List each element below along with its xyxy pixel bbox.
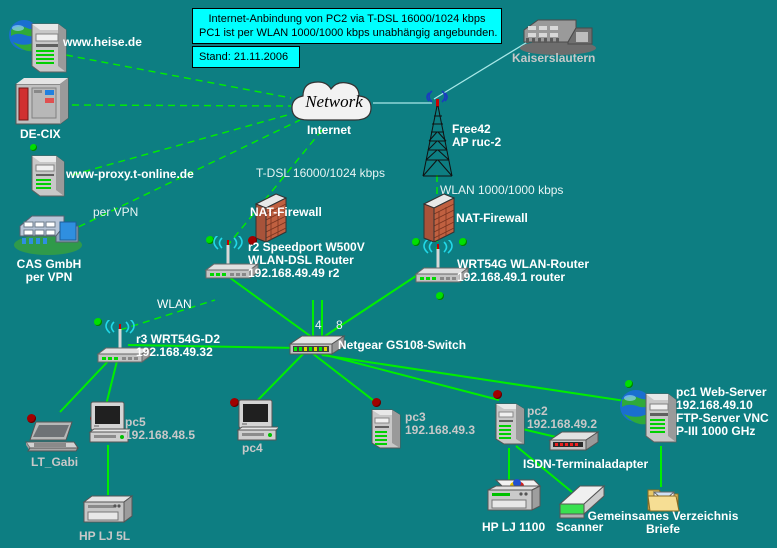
- node-heise[interactable]: [6, 18, 74, 81]
- network-diagram-canvas: Internet-Anbindung von PC2 via T-DSL 160…: [0, 0, 777, 548]
- node-pc2[interactable]: [492, 398, 528, 451]
- node-switch-label: Netgear GS108-Switch: [338, 338, 467, 352]
- node-heise-label: www.heise.de: [63, 35, 142, 49]
- node-isdn[interactable]: [548, 430, 600, 459]
- node-r2-label: r2 Speedport W500V WLAN-DSL Router 192.1…: [248, 240, 365, 280]
- node-hplj5l-label: HP LJ 5L: [79, 529, 131, 543]
- firewall-icon: [422, 193, 456, 243]
- node-firewall2-label: NAT-Firewall: [456, 211, 528, 225]
- modem-icon: [548, 431, 600, 451]
- node-wrt54g-label: WRT54G WLAN-Router 192.168.49.1 router: [457, 257, 589, 284]
- node-lt-gabi[interactable]: [24, 418, 80, 459]
- node-internet-label: Internet: [307, 123, 352, 137]
- server-globe-icon: [620, 390, 677, 443]
- node-hplj1100-label: HP LJ 1100: [482, 520, 546, 534]
- inkjet-icon: [487, 479, 542, 511]
- node-pc5-label: pc5 192.168.48.5: [125, 415, 196, 442]
- node-pc1[interactable]: [618, 384, 680, 451]
- node-lt-gabi-label: LT_Gabi: [31, 455, 79, 469]
- link-label-port8: 8: [336, 318, 343, 332]
- tower-pc-icon: [371, 409, 401, 449]
- desktop-icon: [88, 401, 134, 443]
- link-label-tdsl: T-DSL 16000/1024 kbps: [256, 166, 385, 180]
- node-hplj5l[interactable]: [80, 494, 136, 533]
- link-decix-internet: [71, 104, 292, 107]
- node-pc5[interactable]: [88, 398, 134, 453]
- node-proxy[interactable]: [28, 150, 68, 203]
- node-firewall1-label: NAT-Firewall: [250, 205, 322, 219]
- node-cas[interactable]: [12, 212, 84, 261]
- node-hplj1100[interactable]: [484, 478, 544, 525]
- node-pc4-label: pc4: [242, 441, 263, 455]
- node-kaiserslautern-label: Kaiserslautern: [512, 51, 596, 65]
- building-icon: [14, 215, 82, 255]
- status-led-wrt54g-bottom: [436, 292, 444, 300]
- node-cas-label: CAS GmbH per VPN: [16, 257, 82, 284]
- node-free42-label: Free42 AP ruc-2: [452, 122, 502, 149]
- printer-icon: [82, 495, 134, 523]
- node-shared-label: Gemeinsames Verzeichnis Briefe: [587, 509, 739, 536]
- node-pc2-label: pc2 192.168.49.2: [527, 404, 598, 431]
- node-firewall2[interactable]: [420, 192, 456, 247]
- link-label-port4: 4: [315, 318, 322, 332]
- node-r3-label: r3 WRT54G-D2 192.168.49.32: [136, 332, 221, 359]
- node-pc3-label: pc3 192.168.49.3: [405, 410, 476, 437]
- node-pc1-label: pc1 Web-Server 192.168.49.10 FTP-Server …: [676, 385, 769, 438]
- node-pc3[interactable]: [368, 404, 404, 455]
- cloud-text: Network: [305, 92, 363, 111]
- node-proxy-label: www-proxy.t-online.de: [66, 167, 194, 181]
- desktop-icon: [236, 399, 282, 441]
- node-decix[interactable]: [12, 76, 74, 133]
- node-decix-label: DE-CIX: [20, 127, 61, 141]
- node-isdn-label: ISDN-Terminaladapter: [523, 457, 649, 471]
- tower-pc-icon: [495, 403, 525, 445]
- callout-date: Stand: 21.11.2006: [192, 46, 300, 68]
- connection-lines: [59, 37, 662, 495]
- server-icon: [31, 155, 65, 197]
- link-label-wlan1000: WLAN 1000/1000 kbps: [440, 183, 564, 197]
- link-label-wlan: WLAN: [157, 297, 192, 311]
- callout-info: Internet-Anbindung von PC2 via T-DSL 160…: [192, 8, 502, 44]
- link-label-pervpn: per VPN: [93, 205, 139, 219]
- mainframe-icon: [15, 77, 69, 125]
- laptop-icon: [25, 421, 79, 452]
